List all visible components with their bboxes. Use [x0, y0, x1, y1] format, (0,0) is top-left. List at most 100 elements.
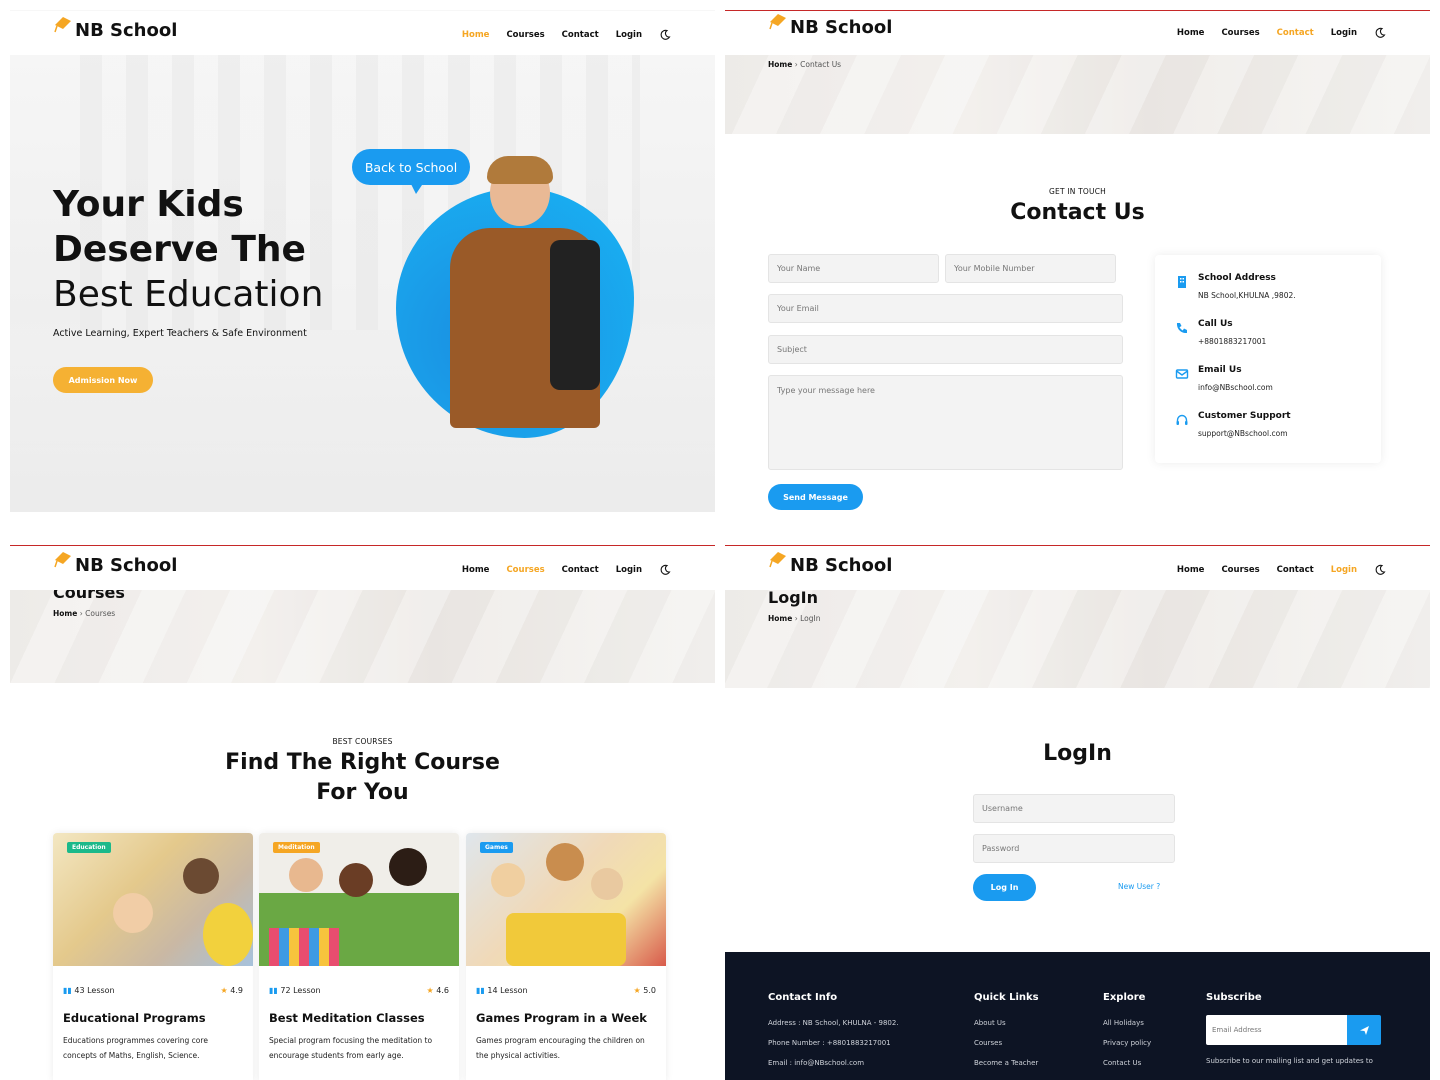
logo[interactable]: NB School — [53, 16, 178, 41]
moon-icon[interactable] — [659, 564, 671, 576]
logo[interactable]: NB School — [768, 551, 892, 576]
nav-contact[interactable]: Contact — [562, 565, 599, 575]
footer-explore: Explore All Holidays Privacy policy Cont… — [1103, 992, 1151, 1079]
new-user-link[interactable]: New User ? — [1118, 882, 1160, 891]
lesson-count: 14 Lesson — [487, 986, 528, 995]
course-meta: ▮▮ 43 Lesson ★ 4.9 — [53, 966, 253, 995]
building-icon — [1178, 276, 1186, 288]
password-field[interactable]: Password — [973, 834, 1175, 863]
footer-link[interactable]: All Holidays — [1103, 1019, 1151, 1027]
page-title: LogIn — [768, 588, 818, 607]
star-icon: ★ — [220, 986, 228, 995]
course-card[interactable]: Games ▮▮ 14 Lesson ★ 5.0 Games Program i… — [466, 833, 666, 1080]
breadcrumb-banner — [725, 589, 1430, 688]
graduation-cap-icon — [54, 551, 71, 567]
breadcrumb: Home › LogIn — [768, 614, 821, 623]
footer-link[interactable]: About Us — [974, 1019, 1039, 1027]
book-icon: ▮▮ — [476, 986, 485, 995]
name-field[interactable]: Your Name — [768, 254, 939, 283]
breadcrumb-current: Contact Us — [800, 60, 842, 69]
courses-heading: BEST COURSES Find The Right Course For Y… — [10, 737, 715, 808]
nav-contact[interactable]: Contact — [1277, 565, 1314, 575]
footer-contact-title: Contact Info — [768, 992, 838, 1003]
lesson-count: 72 Lesson — [280, 986, 321, 995]
footer-link[interactable]: Become a Teacher — [974, 1059, 1039, 1067]
username-field[interactable]: Username — [973, 794, 1175, 823]
login-button[interactable]: Log In — [973, 874, 1036, 901]
logo[interactable]: NB School — [768, 13, 892, 38]
footer-quick-title: Quick Links — [974, 992, 1039, 1003]
main-nav: NB School Home Courses Contact Login — [725, 11, 1430, 55]
nav-home[interactable]: Home — [1177, 565, 1205, 575]
breadcrumb-home[interactable]: Home — [768, 60, 792, 69]
email-field[interactable]: Your Email — [768, 294, 1123, 323]
footer-link[interactable]: Contact Us — [1103, 1059, 1151, 1067]
subscribe-email-input[interactable]: Email Address — [1206, 1015, 1347, 1045]
logo-text: NB School — [75, 20, 178, 41]
nav-courses[interactable]: Courses — [506, 565, 544, 575]
message-field[interactable]: Type your message here — [768, 375, 1123, 470]
footer-link[interactable]: Courses — [974, 1039, 1039, 1047]
subject-field[interactable]: Subject — [768, 335, 1123, 364]
breadcrumb: Home › Contact Us — [768, 60, 842, 69]
course-tag: Meditation — [273, 842, 320, 853]
hero-heading: Your Kids Deserve The Best Education — [53, 182, 323, 317]
nav-home[interactable]: Home — [1177, 28, 1205, 38]
nav-courses[interactable]: Courses — [1221, 565, 1259, 575]
nav-home[interactable]: Home — [462, 565, 490, 575]
book-icon: ▮▮ — [269, 986, 278, 995]
footer-email: Email : info@NBschool.com — [768, 1059, 865, 1067]
breadcrumb-home[interactable]: Home — [768, 614, 792, 623]
nav-login[interactable]: Login — [616, 30, 642, 40]
nav-contact[interactable]: Contact — [562, 30, 599, 40]
info-email-title: Email Us — [1198, 365, 1242, 375]
breadcrumb-home[interactable]: Home — [53, 609, 77, 618]
info-email-value: info@NBschool.com — [1198, 383, 1273, 392]
send-message-button[interactable]: Send Message — [768, 484, 863, 510]
book-icon: ▮▮ — [63, 986, 72, 995]
course-title: Best Meditation Classes — [269, 1011, 425, 1025]
courses-title-line-1: Find The Right Course — [225, 750, 500, 775]
course-meta: ▮▮ 72 Lesson ★ 4.6 — [259, 966, 459, 995]
lesson-count: 43 Lesson — [74, 986, 115, 995]
nav-menu: Home Courses Contact Login — [462, 564, 671, 576]
info-phone: Call Us +8801883217001 — [1175, 319, 1266, 346]
nav-home[interactable]: Home — [462, 30, 490, 40]
phone-icon — [1176, 323, 1187, 334]
course-card[interactable]: Education ▮▮ 43 Lesson ★ 4.9 Educational… — [53, 833, 253, 1080]
mobile-field[interactable]: Your Mobile Number — [945, 254, 1116, 283]
logo[interactable]: NB School — [53, 551, 178, 576]
subscribe-button[interactable] — [1347, 1015, 1381, 1045]
nav-courses[interactable]: Courses — [506, 30, 544, 40]
course-description: Special program focusing the meditation … — [269, 1036, 433, 1060]
logo-text: NB School — [75, 555, 178, 576]
contact-eyebrow: GET IN TOUCH — [1049, 187, 1106, 196]
footer-subscribe-title: Subscribe — [1206, 992, 1262, 1003]
info-phone-value: +8801883217001 — [1198, 337, 1267, 346]
nav-login[interactable]: Login — [1331, 28, 1357, 38]
moon-icon[interactable] — [1374, 27, 1386, 39]
info-support-title: Customer Support — [1198, 411, 1291, 421]
course-title: Games Program in a Week — [476, 1011, 647, 1025]
course-card[interactable]: Meditation ▮▮ 72 Lesson ★ 4.6 Best Medit… — [259, 833, 459, 1080]
star-icon: ★ — [633, 986, 641, 995]
nav-login[interactable]: Login — [616, 565, 642, 575]
contact-info-card: School Address NB School,KHULNA ,9802. Ca… — [1155, 255, 1381, 463]
nav-menu: Home Courses Contact Login — [1177, 564, 1386, 576]
course-description: Games program encouraging the children o… — [476, 1036, 645, 1060]
contact-heading: GET IN TOUCH Contact Us — [725, 187, 1430, 228]
footer-link[interactable]: Privacy policy — [1103, 1039, 1151, 1047]
course-rating: 4.9 — [230, 986, 243, 995]
breadcrumb-current: LogIn — [800, 614, 821, 623]
login-title: LogIn — [1043, 741, 1112, 766]
footer-contact: Contact Info Address : NB School, KHULNA… — [768, 992, 899, 1079]
nav-courses[interactable]: Courses — [1221, 28, 1259, 38]
moon-icon[interactable] — [659, 29, 671, 41]
moon-icon[interactable] — [1374, 564, 1386, 576]
nav-login[interactable]: Login — [1331, 565, 1357, 575]
info-support-value: support@NBschool.com — [1198, 429, 1288, 438]
course-rating: 4.6 — [436, 986, 449, 995]
nav-contact[interactable]: Contact — [1277, 28, 1314, 38]
main-nav: NB School Home Courses Contact Login — [10, 546, 715, 590]
admission-button[interactable]: Admission Now — [53, 367, 153, 393]
